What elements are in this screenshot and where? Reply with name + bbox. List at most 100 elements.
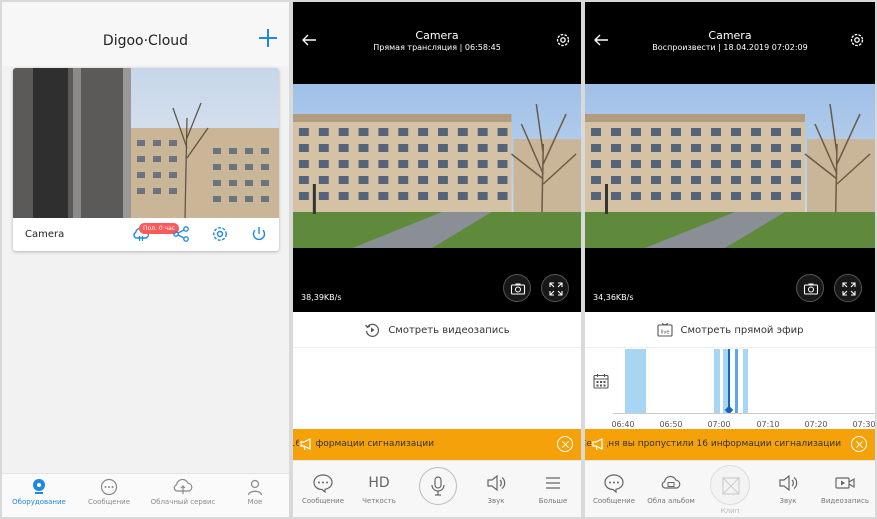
tab-devices[interactable]: Оборудование [4, 478, 74, 506]
camera-name: Camera [25, 229, 65, 240]
message-icon [313, 474, 333, 493]
live-video-feed[interactable] [293, 84, 581, 248]
megaphone-icon [591, 437, 607, 451]
watch-recording-button[interactable]: Смотреть видеозапись [293, 312, 581, 348]
timeline-tick: 06:50 [659, 420, 683, 429]
timeline-axis [613, 413, 875, 414]
timeline-tick: 07:10 [756, 420, 780, 429]
clip-label: Клип [720, 507, 740, 515]
power-icon[interactable] [249, 224, 269, 244]
tab-cloud[interactable]: Облачный сервис [148, 478, 218, 506]
timeline-tick: 07:30 [852, 420, 875, 429]
menu-icon [546, 477, 560, 489]
microphone-icon [431, 476, 445, 496]
tool-cloud-album-label: Обла альбом [647, 497, 695, 505]
gear-icon[interactable] [849, 32, 865, 48]
fullscreen-icon [549, 282, 563, 296]
video-area: Camera Прямая трансляция | 06:58:45 38,3… [293, 2, 581, 312]
tool-sound-label: Звук [487, 497, 505, 505]
tab-messages[interactable]: Сообщение [74, 478, 144, 506]
cloud-album-icon [661, 475, 681, 489]
alarm-notification-bar[interactable]: Сегодня вы пропустили 16 информации сигн… [585, 429, 875, 460]
add-device-button[interactable] [257, 27, 279, 49]
tab-profile-label: Мое [247, 498, 263, 506]
bottom-toolbar: Сообщение Обла альбом Клип Звук Видеозап… [585, 460, 875, 517]
fullscreen-button[interactable] [834, 274, 862, 302]
gear-icon[interactable] [555, 32, 571, 48]
megaphone-icon [299, 437, 315, 451]
tool-video-record-label: Видеозапись [821, 497, 869, 505]
device-icon [33, 479, 45, 494]
watch-live-label: Смотреть прямой эфир [680, 324, 804, 336]
bitrate-readout: 38,39KB/s [301, 293, 342, 302]
watch-live-button[interactable]: live Смотреть прямой эфир [585, 312, 875, 348]
live-view-screen: Camera Прямая трансляция | 06:58:45 38,3… [293, 2, 581, 517]
tool-cloud-album[interactable]: Обла альбом [643, 473, 699, 505]
person-icon [247, 479, 263, 496]
playback-video-feed[interactable] [585, 84, 875, 248]
app-title: Digoo·Cloud [102, 33, 189, 49]
message-icon [604, 474, 624, 493]
camera-icon [803, 283, 819, 295]
camera-card[interactable]: Camera Пол. 0 час [13, 68, 279, 251]
screen-subtitle: Воспроизвести | 18.04.2019 07:02:09 [652, 43, 808, 52]
tool-sound[interactable]: Звук [468, 473, 524, 505]
screen-title: Camera [415, 29, 459, 42]
tool-messages-label: Сообщение [301, 497, 345, 505]
recording-segment[interactable] [714, 349, 720, 413]
settings-icon[interactable] [210, 224, 230, 244]
tab-cloud-label: Облачный сервис [150, 498, 216, 506]
timeline-tick: 07:20 [804, 420, 828, 429]
tool-messages[interactable]: Сообщение [586, 473, 642, 505]
snapshot-button[interactable] [796, 274, 824, 302]
tool-quality[interactable]: HD Четкость [351, 473, 407, 505]
screenshot-root: Digoo·Cloud Camera Пол. 0 час Оборудован… [0, 0, 877, 519]
replay-icon [365, 323, 380, 337]
calendar-icon[interactable] [593, 373, 609, 389]
timeline-tick: 07:00 [707, 420, 731, 429]
hd-icon: HD [368, 475, 390, 491]
playhead-cursor[interactable] [728, 349, 730, 413]
alarm-text: Сегодня вы пропустили 16 информации сигн… [585, 439, 842, 449]
tool-messages-label: Сообщение [592, 497, 636, 505]
tab-profile[interactable]: Мое [220, 478, 289, 506]
bitrate-readout: 34,36KB/s [593, 293, 634, 302]
close-alarm-button[interactable] [557, 436, 573, 452]
speaker-icon [779, 474, 798, 492]
video-record-icon [835, 477, 855, 489]
timeline-tick: 06:40 [611, 420, 635, 429]
cloud-icon [173, 478, 193, 494]
playback-screen: Camera Воспроизвести | 18.04.2019 07:02:… [585, 2, 875, 517]
speaker-icon [487, 474, 506, 492]
recording-segment[interactable] [625, 349, 646, 413]
message-icon [100, 478, 118, 496]
tab-devices-label: Оборудование [12, 498, 66, 506]
tab-messages-label: Сообщение [87, 498, 131, 506]
svg-text:live: live [660, 330, 669, 336]
screen-subtitle: Прямая трансляция | 06:58:45 [373, 43, 501, 52]
tool-sound[interactable]: Звук [760, 473, 816, 505]
tool-more-label: Больше [538, 497, 568, 505]
alarm-notification-bar[interactable]: Сегодня вы пропустили 16 информации сигн… [293, 429, 581, 460]
app-header: Digoo·Cloud [2, 2, 289, 66]
share-icon[interactable] [171, 224, 191, 244]
recording-segment[interactable] [743, 349, 748, 413]
bottom-toolbar: Сообщение HD Четкость Звук Больше [293, 460, 581, 517]
clip-button[interactable] [710, 465, 750, 505]
tool-sound-label: Звук [779, 497, 797, 505]
tool-messages[interactable]: Сообщение [295, 473, 351, 505]
recording-segment[interactable] [735, 349, 738, 413]
fullscreen-button[interactable] [541, 274, 569, 302]
tool-video-record[interactable]: Видеозапись [817, 473, 873, 505]
device-list-screen: Digoo·Cloud Camera Пол. 0 час Оборудован… [2, 2, 289, 517]
snapshot-button[interactable] [503, 274, 531, 302]
bottom-tab-bar: Оборудование Сообщение Облачный сервис М… [2, 473, 289, 517]
close-alarm-button[interactable] [851, 436, 867, 452]
watch-recording-label: Смотреть видеозапись [388, 324, 510, 336]
tool-quality-label: Четкость [362, 497, 396, 505]
tool-more[interactable]: Больше [525, 473, 581, 505]
microphone-button[interactable] [419, 467, 457, 505]
camera-thumbnail[interactable] [13, 68, 279, 218]
playback-timeline[interactable]: 06:40 06:50 07:00 07:10 07:20 07:30 [585, 349, 875, 429]
camera-icon [510, 283, 526, 295]
